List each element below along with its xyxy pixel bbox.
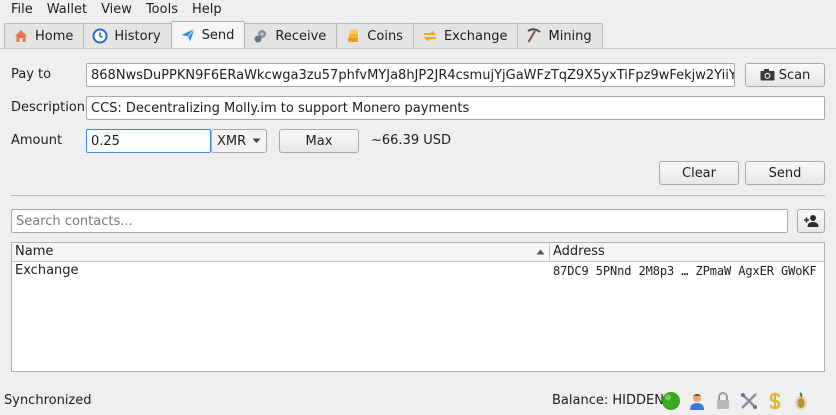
sort-asc-icon (536, 249, 545, 255)
mining-icon (526, 28, 542, 44)
tab-mining[interactable]: Mining (517, 23, 603, 48)
status-bar: Synchronized Balance: HIDDEN (0, 383, 836, 415)
receive-icon (253, 28, 269, 44)
pay-to-label: Pay to (11, 67, 52, 82)
tab-receive[interactable]: Receive (244, 23, 338, 48)
max-label: Max (305, 133, 333, 149)
menu-bar: File Wallet View Tools Help (0, 0, 836, 20)
tor-icon[interactable] (791, 391, 811, 411)
currency-select[interactable]: XMR (211, 129, 267, 153)
tab-coins[interactable]: Coins (336, 23, 414, 48)
column-header-address[interactable]: Address (550, 243, 605, 261)
tab-exchange[interactable]: Exchange (412, 23, 519, 48)
search-contacts-placeholder: Search contacts... (16, 213, 133, 229)
amount-label: Amount (11, 133, 63, 148)
home-icon (13, 28, 29, 44)
tab-coins-label: Coins (367, 28, 403, 44)
clear-label: Clear (682, 165, 716, 181)
amount-input[interactable]: 0.25 (86, 129, 211, 153)
tab-receive-label: Receive (275, 28, 327, 44)
tab-send-label: Send (201, 27, 235, 43)
scan-button[interactable]: Scan (745, 63, 825, 87)
menu-help[interactable]: Help (185, 0, 229, 20)
tab-history[interactable]: History (83, 23, 172, 48)
column-address-label: Address (553, 244, 605, 259)
send-label: Send (768, 165, 802, 181)
connection-status-icon[interactable] (661, 391, 681, 411)
divider (11, 195, 825, 196)
contacts-table: Name Address Exchange 87DC9 5PNnd 2M8p3 … (11, 242, 825, 372)
tab-exchange-label: Exchange (443, 28, 508, 44)
coins-icon (345, 28, 361, 44)
fiat-estimate: ~66.39 USD (371, 133, 452, 148)
menu-view[interactable]: View (94, 0, 139, 20)
tab-home[interactable]: Home (4, 23, 85, 48)
add-person-icon (803, 214, 819, 228)
column-header-name[interactable]: Name (12, 243, 550, 261)
column-name-label: Name (15, 244, 54, 259)
description-label: Description (11, 100, 86, 115)
max-button[interactable]: Max (279, 129, 359, 153)
main-tabs: Home History Send Receive Coins Exchange (4, 21, 603, 48)
contact-address: 87DC9 5PNnd 2M8p3 … ZPmaW AgxER GWoKF (553, 264, 817, 278)
tab-send[interactable]: Send (170, 21, 246, 48)
lock-icon[interactable] (713, 391, 733, 411)
menu-file[interactable]: File (4, 0, 40, 20)
description-input[interactable]: CCS: Decentralizing Molly.im to support … (86, 96, 825, 120)
settings-icon[interactable] (739, 391, 759, 411)
menu-tools[interactable]: Tools (139, 0, 185, 20)
scan-label: Scan (778, 67, 811, 83)
table-row[interactable]: Exchange 87DC9 5PNnd 2M8p3 … ZPmaW AgxER… (12, 263, 824, 279)
send-icon (180, 27, 196, 43)
user-icon[interactable] (687, 391, 707, 411)
chevron-down-icon (252, 138, 261, 144)
amount-value: 0.25 (91, 133, 120, 149)
history-icon (92, 28, 108, 44)
balance-label[interactable]: Balance: HIDDEN (552, 393, 664, 408)
send-button[interactable]: Send (745, 161, 825, 185)
description-value: CCS: Decentralizing Molly.im to support … (91, 100, 470, 116)
pay-to-value: 868NwsDuPPKN9F6ERaWkcwga3zu57phfvMYJa8hJ… (91, 67, 735, 83)
table-header: Name Address (12, 243, 824, 262)
send-panel: Pay to 868NwsDuPPKN9F6ERaWkcwga3zu57phfv… (0, 48, 836, 383)
tab-mining-label: Mining (548, 28, 592, 44)
camera-icon (760, 69, 775, 81)
add-contact-button[interactable] (797, 209, 825, 233)
seed-icon[interactable] (765, 391, 785, 411)
menu-wallet[interactable]: Wallet (40, 0, 94, 20)
contact-name: Exchange (15, 263, 79, 278)
tab-home-label: Home (35, 28, 74, 44)
currency-value: XMR (217, 133, 247, 149)
exchange-icon (422, 28, 438, 44)
sync-status: Synchronized (4, 393, 92, 408)
pay-to-input[interactable]: 868NwsDuPPKN9F6ERaWkcwga3zu57phfvMYJa8hJ… (86, 63, 735, 87)
search-contacts-input[interactable]: Search contacts... (11, 209, 788, 233)
tab-history-label: History (114, 28, 161, 44)
clear-button[interactable]: Clear (659, 161, 739, 185)
